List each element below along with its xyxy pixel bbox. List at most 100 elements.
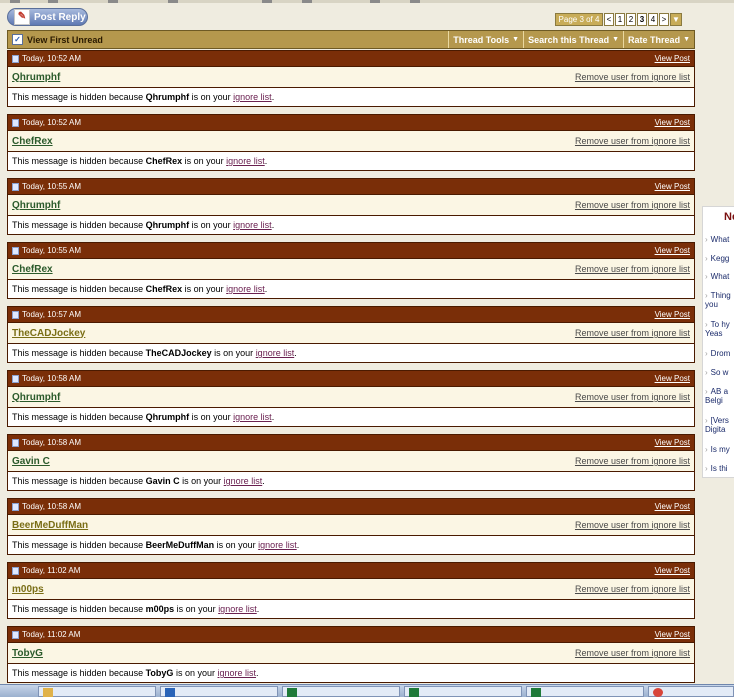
post-timestamp: Today, 10:58 AM	[12, 438, 81, 447]
ignore-list-link[interactable]: ignore list	[256, 348, 295, 358]
view-post-link[interactable]: View Post	[655, 118, 690, 127]
remove-from-ignore-link[interactable]: Remove user from ignore list	[575, 264, 690, 274]
sidebar-thread-link[interactable]: › Is thi	[705, 464, 728, 473]
remove-from-ignore-link[interactable]: Remove user from ignore list	[575, 392, 690, 402]
remove-from-ignore-link[interactable]: Remove user from ignore list	[575, 72, 690, 82]
hidden-message: This message is hidden because m00ps is …	[7, 599, 695, 619]
post-reply-button[interactable]: ✎ Post Reply	[7, 8, 88, 26]
username-link[interactable]: TheCADJockey	[12, 328, 85, 339]
thread-tools-label: Thread Tools	[453, 34, 510, 45]
message-username: ChefRex	[145, 284, 183, 294]
next-page-button[interactable]: >	[659, 13, 669, 26]
post-time: Today, 10:57 AM	[22, 310, 81, 319]
sidebar-thread-link[interactable]: › Is my	[705, 445, 730, 454]
page-2-link[interactable]: 2	[626, 13, 636, 26]
page-4-link[interactable]: 4	[648, 13, 658, 26]
ignore-list-link[interactable]: ignore list	[218, 604, 257, 614]
post-timestamp: Today, 10:55 AM	[12, 182, 81, 191]
post-user-row: Qhrumphf Remove user from ignore list	[7, 195, 695, 215]
ignore-list-link[interactable]: ignore list	[233, 220, 272, 230]
view-post-link[interactable]: View Post	[655, 310, 690, 319]
sidebar-thread-link[interactable]: › AB a Belgi	[705, 387, 734, 405]
message-username: Qhrumphf	[145, 412, 190, 422]
message-text: is on your	[184, 284, 224, 294]
sidebar-thread-link[interactable]: › Kegg	[705, 254, 729, 263]
view-post-link[interactable]: View Post	[655, 502, 690, 511]
username-link[interactable]: BeerMeDuffMan	[12, 520, 88, 531]
post-header: Today, 10:55 AM View Post	[7, 242, 695, 259]
view-post-link[interactable]: View Post	[655, 54, 690, 63]
hidden-message: This message is hidden because Qhrumphf …	[7, 407, 695, 427]
taskbar-excel-button[interactable]	[526, 686, 644, 697]
post-icon	[12, 54, 19, 63]
ignore-list-link[interactable]: ignore list	[218, 668, 257, 678]
post-user-row: Gavin C Remove user from ignore list	[7, 451, 695, 471]
post-user-row: Qhrumphf Remove user from ignore list	[7, 67, 695, 87]
username-link[interactable]: m00ps	[12, 584, 44, 595]
ignore-list-link[interactable]: ignore list	[226, 284, 265, 294]
remove-from-ignore-link[interactable]: Remove user from ignore list	[575, 136, 690, 146]
thread-tools-menu[interactable]: Thread Tools ▼	[448, 31, 523, 48]
message-period: .	[264, 156, 268, 166]
sidebar-thread-link[interactable]: › Drom	[705, 349, 730, 358]
sidebar-thread-link[interactable]: › What	[705, 235, 729, 244]
message-period: .	[262, 476, 265, 486]
username-link[interactable]: ChefRex	[12, 136, 53, 147]
ignore-list-link[interactable]: ignore list	[224, 476, 263, 486]
post-time: Today, 10:52 AM	[22, 54, 81, 63]
sidebar-thread-link[interactable]: › Thing you	[705, 291, 734, 309]
ignore-list-link[interactable]: ignore list	[233, 92, 272, 102]
taskbar-excel-button[interactable]	[282, 686, 400, 697]
view-post-link[interactable]: View Post	[655, 374, 690, 383]
taskbar-chrome-button[interactable]	[648, 686, 734, 697]
view-post-link[interactable]: View Post	[655, 438, 690, 447]
remove-from-ignore-link[interactable]: Remove user from ignore list	[575, 520, 690, 530]
message-period: .	[294, 348, 297, 358]
taskbar-excel-button[interactable]	[404, 686, 522, 697]
post-header: Today, 10:52 AM View Post	[7, 50, 695, 67]
message-username: Gavin C	[145, 476, 180, 486]
message-text: This message is hidden because	[12, 284, 144, 294]
post-header: Today, 10:58 AM View Post	[7, 498, 695, 515]
remove-from-ignore-link[interactable]: Remove user from ignore list	[575, 456, 690, 466]
taskbar-explorer-button[interactable]	[38, 686, 156, 697]
page-menu-dropdown-icon[interactable]: ▼	[670, 13, 682, 26]
post-timestamp: Today, 10:52 AM	[12, 118, 81, 127]
remove-from-ignore-link[interactable]: Remove user from ignore list	[575, 584, 690, 594]
username-link[interactable]: Qhrumphf	[12, 72, 60, 83]
username-link[interactable]: Gavin C	[12, 456, 50, 467]
sidebar-thread-link[interactable]: › So w	[705, 368, 728, 377]
username-link[interactable]: Qhrumphf	[12, 392, 60, 403]
remove-from-ignore-link[interactable]: Remove user from ignore list	[575, 200, 690, 210]
view-first-unread-link[interactable]: ✓ View First Unread	[8, 34, 448, 45]
sidebar-thread-link[interactable]: › What	[705, 272, 729, 281]
post-list: Today, 10:52 AM View Post Qhrumphf Remove u…	[7, 50, 695, 690]
post-timestamp: Today, 10:58 AM	[12, 374, 81, 383]
username-link[interactable]: ChefRex	[12, 264, 53, 275]
username-link[interactable]: Qhrumphf	[12, 200, 60, 211]
username-link[interactable]: TobyG	[12, 648, 43, 659]
post-icon	[12, 374, 19, 383]
post: Today, 10:58 AM View Post Qhrumphf Remove u…	[7, 370, 695, 434]
rate-thread-menu[interactable]: Rate Thread ▼	[623, 31, 694, 48]
view-post-link[interactable]: View Post	[655, 566, 690, 575]
sidebar-thread-link[interactable]: › [Vers Digita	[705, 416, 734, 434]
view-post-link[interactable]: View Post	[655, 630, 690, 639]
view-post-link[interactable]: View Post	[655, 182, 690, 191]
remove-from-ignore-link[interactable]: Remove user from ignore list	[575, 328, 690, 338]
taskbar-outlook-button[interactable]	[160, 686, 278, 697]
ignore-list-link[interactable]: ignore list	[226, 156, 265, 166]
post-timestamp: Today, 11:02 AM	[12, 566, 80, 575]
prev-page-button[interactable]: <	[604, 13, 614, 26]
pagination: Page 3 of 4 < 1 2 3 4 > ▼	[555, 13, 682, 26]
message-text: This message is hidden because	[12, 220, 144, 230]
search-thread-menu[interactable]: Search this Thread ▼	[523, 31, 623, 48]
view-post-link[interactable]: View Post	[655, 246, 690, 255]
post-header: Today, 11:02 AM View Post	[7, 562, 695, 579]
sidebar-thread-link[interactable]: › To hy Yeas	[705, 320, 734, 338]
remove-from-ignore-link[interactable]: Remove user from ignore list	[575, 648, 690, 658]
page-1-link[interactable]: 1	[615, 13, 625, 26]
ignore-list-link[interactable]: ignore list	[258, 540, 297, 550]
ignore-list-link[interactable]: ignore list	[233, 412, 272, 422]
message-text: This message is hidden because	[12, 604, 144, 614]
